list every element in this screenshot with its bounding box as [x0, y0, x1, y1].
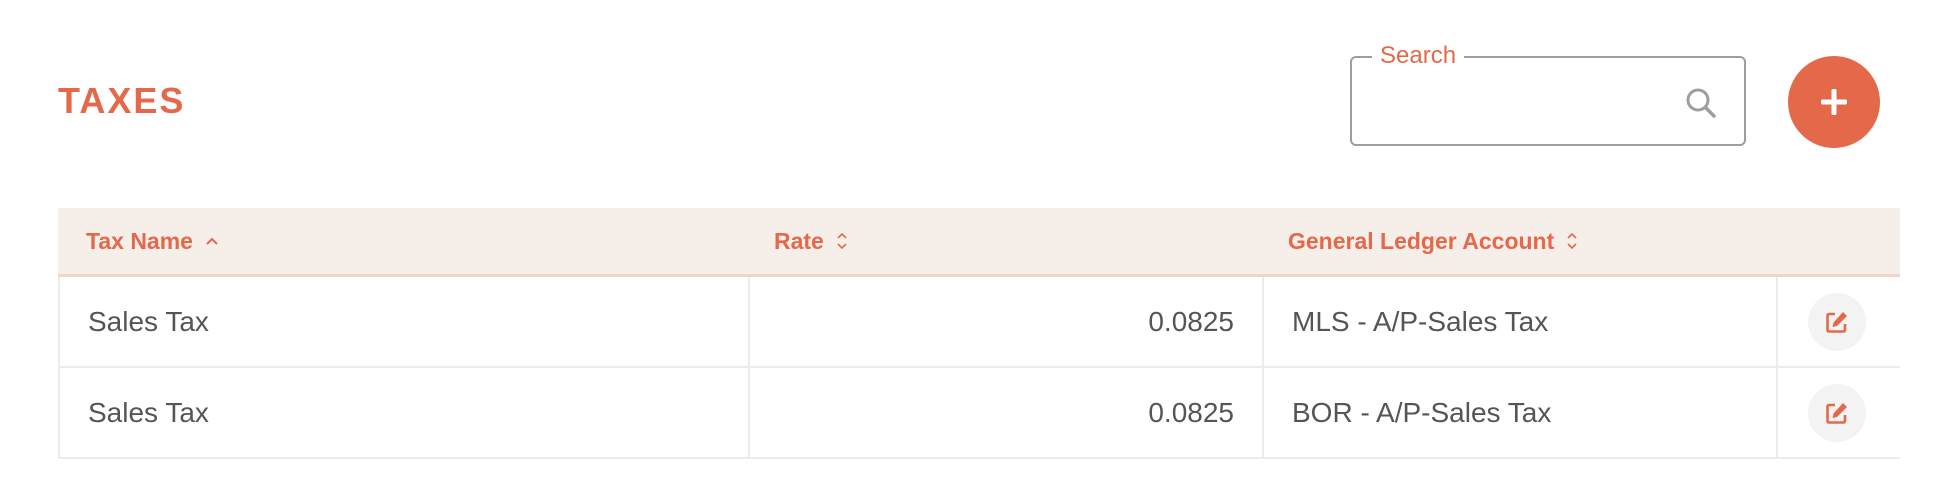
- taxes-table: Tax Name Rate General Ledger Account Sal…: [58, 208, 1900, 459]
- actions-cell: [1776, 368, 1902, 457]
- tax-name-cell: Sales Tax: [88, 397, 209, 428]
- plus-icon: [1821, 89, 1847, 115]
- column-header-label: General Ledger Account: [1288, 228, 1555, 254]
- column-header-rate[interactable]: Rate: [774, 208, 848, 274]
- table-row: Sales Tax 0.0825 MLS - A/P-Sales Tax: [58, 277, 1900, 368]
- column-header-tax-name[interactable]: Tax Name: [86, 208, 219, 274]
- column-header-general-ledger-account[interactable]: General Ledger Account: [1288, 208, 1578, 274]
- tax-name-cell: Sales Tax: [88, 306, 209, 337]
- account-cell: MLS - A/P-Sales Tax: [1262, 277, 1776, 366]
- taxes-page: TAXES Search Tax Name Rate General Ledge…: [0, 0, 1958, 490]
- rate-cell: 0.0825: [748, 368, 1262, 457]
- edit-icon: [1826, 403, 1847, 424]
- search-label: Search: [1372, 42, 1465, 70]
- search-field[interactable]: Search: [1350, 42, 1746, 146]
- sort-icon: [837, 232, 847, 250]
- table-row: Sales Tax 0.0825 BOR - A/P-Sales Tax: [58, 368, 1900, 459]
- add-tax-button[interactable]: [1788, 56, 1880, 148]
- account-cell: BOR - A/P-Sales Tax: [1262, 368, 1776, 457]
- edit-icon: [1826, 312, 1847, 333]
- actions-cell: [1776, 277, 1902, 366]
- table-header: Tax Name Rate General Ledger Account: [58, 208, 1900, 277]
- search-input[interactable]: [1374, 80, 1678, 126]
- chevron-up-icon: [206, 237, 218, 245]
- search-icon[interactable]: [1684, 86, 1718, 120]
- column-header-label: Rate: [774, 228, 824, 254]
- edit-button[interactable]: [1808, 384, 1866, 442]
- page-title: TAXES: [58, 80, 186, 121]
- column-header-label: Tax Name: [86, 228, 193, 254]
- sort-icon: [1567, 232, 1577, 250]
- rate-cell: 0.0825: [748, 277, 1262, 366]
- edit-button[interactable]: [1808, 293, 1866, 351]
